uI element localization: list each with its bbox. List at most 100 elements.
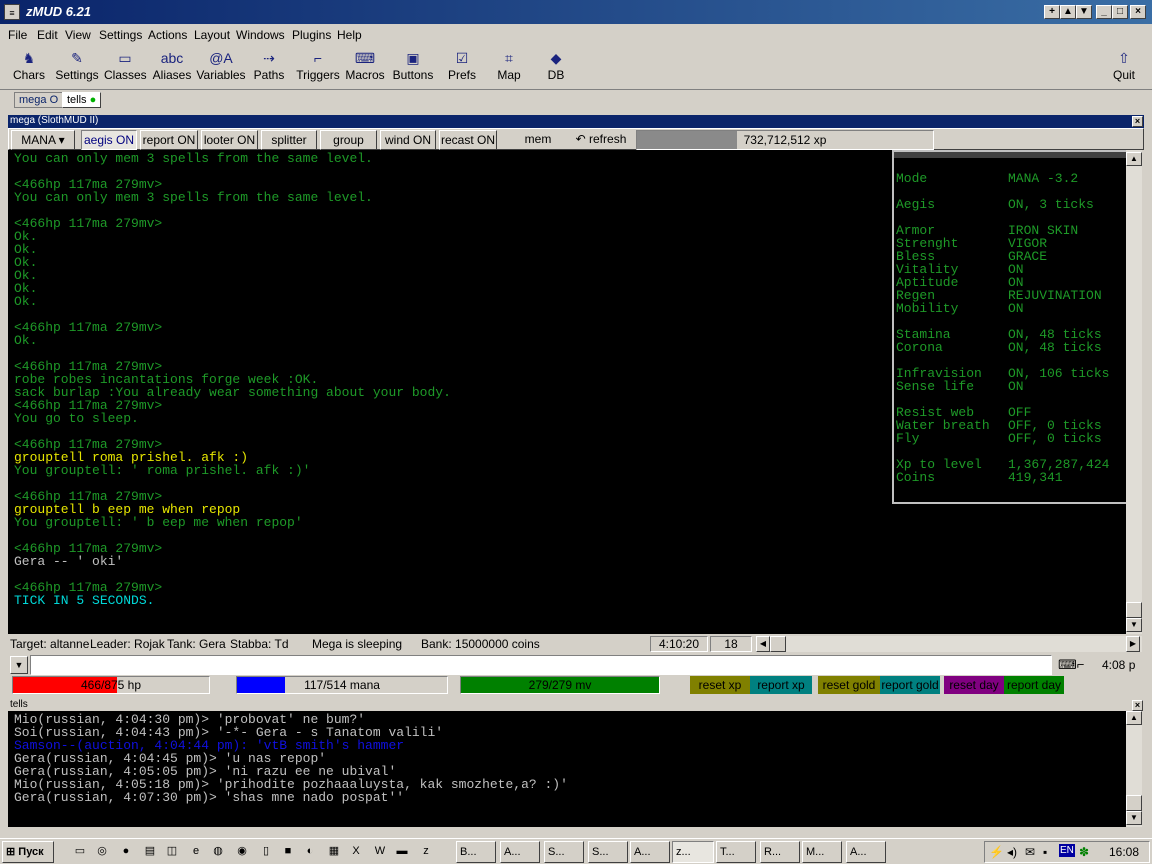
tray-icon[interactable]: ✽ — [1079, 845, 1089, 859]
menu-actions[interactable]: Actions — [148, 28, 187, 42]
output-scrollbar[interactable]: ▲ ▼ — [1126, 150, 1142, 634]
toolbar-classes-button[interactable]: ▭ Classes — [104, 48, 147, 88]
scroll-up-icon[interactable]: ▲ — [1126, 152, 1142, 166]
down-icon[interactable]: ▼ — [1076, 5, 1092, 19]
tray-icon[interactable]: ⚡ — [989, 845, 1004, 859]
splitter-button[interactable]: splitter ON — [261, 130, 317, 165]
reset-gold-button[interactable]: reset gold — [818, 676, 880, 694]
ie-icon[interactable]: e — [188, 843, 204, 859]
tray-icon[interactable]: ▪ — [1043, 845, 1047, 859]
menu-settings[interactable]: Settings — [99, 28, 142, 42]
plus-icon[interactable]: + — [1044, 5, 1060, 19]
quicklaunch-icon[interactable]: ◐ — [302, 843, 318, 859]
taskbar-item[interactable]: M... — [802, 841, 842, 863]
session-tab-tells[interactable]: tells ● — [62, 92, 102, 108]
report-day-button[interactable]: report day — [1004, 676, 1064, 694]
tank-label: Tank: Gera — [167, 637, 226, 651]
aegis-button[interactable]: aegis ON — [81, 130, 137, 150]
tells-output[interactable]: Mio(russian, 4:04:30 pm)> 'probovat' ne … — [8, 711, 1126, 827]
word-icon[interactable]: W — [372, 843, 388, 859]
toolbar-map-button[interactable]: ⌗ Map — [492, 48, 526, 88]
session-tab-mega[interactable]: mega O — [14, 92, 64, 108]
quicklaunch-icon[interactable]: ▭ — [72, 843, 88, 859]
document-icon[interactable]: ▯ — [258, 843, 274, 859]
report-xp-button[interactable]: report xp — [750, 676, 812, 694]
tells-scroll-up-icon[interactable]: ▲ — [1126, 711, 1142, 725]
excel-icon[interactable]: X — [348, 843, 364, 859]
toolbar-macros-button[interactable]: ⌨ Macros — [344, 48, 386, 88]
taskbar-item[interactable]: A... — [630, 841, 670, 863]
tray-icon[interactable]: ✉ — [1025, 845, 1035, 859]
report-gold-button[interactable]: report gold — [880, 676, 940, 694]
menu-plugins[interactable]: Plugins — [292, 28, 331, 42]
taskbar-item[interactable]: S... — [544, 841, 584, 863]
command-input[interactable] — [30, 655, 1052, 675]
menu-edit[interactable]: Edit — [37, 28, 58, 42]
minimize-button[interactable]: _ — [1096, 5, 1112, 19]
taskbar-item[interactable]: T... — [716, 841, 756, 863]
toolbar-settings-button[interactable]: ✎ Settings — [54, 48, 100, 88]
maximize-button[interactable]: □ — [1112, 5, 1128, 19]
info-hscrollbar[interactable]: ◀ ▶ — [756, 636, 1142, 652]
menu-layout[interactable]: Layout — [194, 28, 230, 42]
reset-xp-button[interactable]: reset xp — [690, 676, 750, 694]
quicklaunch-icon[interactable]: ◉ — [234, 843, 250, 859]
taskbar-item[interactable]: B... — [456, 841, 496, 863]
toolbar-paths-button[interactable]: ⇢ Paths — [250, 48, 288, 88]
tells-scroll-thumb[interactable] — [1126, 795, 1142, 811]
report-button[interactable]: report ON — [140, 130, 198, 150]
hscroll-thumb[interactable] — [770, 636, 786, 652]
taskbar-item[interactable]: A... — [846, 841, 886, 863]
group-button[interactable]: group OFF — [320, 130, 377, 165]
up-icon[interactable]: ▲ — [1060, 5, 1076, 19]
refresh-button[interactable]: ↶ refresh — [571, 130, 631, 150]
scroll-down-icon[interactable]: ▼ — [1126, 618, 1142, 632]
volume-icon[interactable]: ◂) — [1007, 845, 1017, 859]
start-button[interactable]: ⊞ Пуск — [2, 841, 54, 863]
gauge-bar-row: 466/875 hp 117/514 mana 279/279 mv reset… — [8, 676, 1144, 695]
toolbar-variables-button[interactable]: @A Variables — [196, 48, 246, 88]
quicklaunch-icon[interactable]: ◎ — [94, 843, 110, 859]
toolbar-quit-button[interactable]: ⇧ Quit — [1108, 48, 1140, 88]
quicklaunch-icon[interactable]: ▦ — [326, 843, 342, 859]
close-icon[interactable]: × — [1132, 116, 1143, 127]
taskbar-item[interactable]: R... — [760, 841, 800, 863]
taskbar-item-active[interactable]: z... — [672, 841, 714, 863]
quicklaunch-icon[interactable]: ▤ — [142, 843, 158, 859]
mem-button[interactable]: mem — [509, 130, 567, 150]
language-indicator[interactable]: EN — [1059, 844, 1075, 857]
reset-day-button[interactable]: reset day — [944, 676, 1004, 694]
toolbar-buttons-button[interactable]: ▣ Buttons — [391, 48, 435, 88]
quicklaunch-icon[interactable]: ◍ — [210, 843, 226, 859]
toolbar-chars-button[interactable]: ♞ Chars — [8, 48, 50, 88]
toolbar-triggers-button[interactable]: ⌐ Triggers — [295, 48, 341, 88]
menu-view[interactable]: View — [65, 28, 91, 42]
wind-button[interactable]: wind ON — [380, 130, 436, 150]
tells-scroll-down-icon[interactable]: ▼ — [1126, 811, 1142, 825]
quicklaunch-icon[interactable]: ▬ — [394, 843, 410, 859]
quicklaunch-icon[interactable]: ● — [118, 843, 134, 859]
tells-scrollbar[interactable]: ▲ ▼ — [1126, 711, 1142, 827]
toolbar-aliases-button[interactable]: abc Aliases — [151, 48, 193, 88]
history-dropdown-icon[interactable]: ▼ — [10, 656, 28, 674]
menu-windows[interactable]: Windows — [236, 28, 285, 42]
toolbar-db-button[interactable]: ◆ DB — [540, 48, 572, 88]
quicklaunch-icon[interactable]: ◫ — [164, 843, 180, 859]
windows-logo-icon: ⊞ — [6, 846, 16, 858]
connection-icon[interactable]: ⌨⌐ — [1058, 657, 1084, 673]
quicklaunch-icon[interactable]: ■ — [280, 843, 296, 859]
tells-close-icon[interactable]: × — [1132, 700, 1143, 711]
scroll-right-icon[interactable]: ▶ — [1126, 636, 1140, 652]
scroll-thumb[interactable] — [1126, 602, 1142, 618]
scroll-left-icon[interactable]: ◀ — [756, 636, 770, 652]
toolbar-prefs-button[interactable]: ☑ Prefs — [444, 48, 480, 88]
close-button[interactable]: × — [1130, 5, 1146, 19]
mana-dropdown[interactable]: MANA ▾ — [11, 130, 75, 150]
menu-file[interactable]: File — [8, 28, 27, 42]
taskbar-item[interactable]: A... — [500, 841, 540, 863]
menu-help[interactable]: Help — [337, 28, 362, 42]
recast-button[interactable]: recast ON — [439, 130, 497, 150]
taskbar-item[interactable]: S... — [588, 841, 628, 863]
looter-button[interactable]: looter ON — [201, 130, 258, 150]
zmud-icon[interactable]: z — [418, 843, 434, 859]
